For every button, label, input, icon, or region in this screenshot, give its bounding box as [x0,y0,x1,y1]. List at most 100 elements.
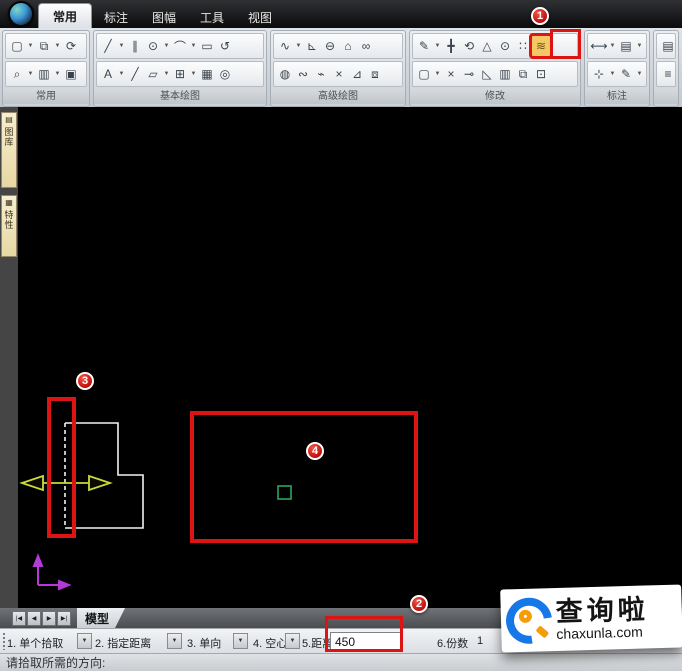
spline-icon[interactable]: ∿ [276,36,294,56]
watermark-magnifier-icon [496,588,562,653]
callout-rect-distance-input [325,616,403,652]
circular-array-icon[interactable]: ⊙ [496,36,514,56]
text-icon-dropdown[interactable]: ▼ [117,64,126,84]
side-tab-properties[interactable]: ▦ 特性 [1,195,17,257]
grid-icon[interactable]: ▦ [198,64,216,84]
trim-icon[interactable]: × [442,64,460,84]
zigzag-line-icon[interactable]: ⌁ [312,64,330,84]
ellipse-icon[interactable]: ⊖ [321,36,339,56]
fillet-icon[interactable]: ⊡ [532,64,550,84]
paste-icon-dropdown[interactable]: ▼ [53,64,62,84]
command-prompt: 请拾取所需的方向: [6,656,106,670]
revision-cloud-icon[interactable]: ↺ [216,36,234,56]
group-dimension-caption: 标注 [585,89,649,104]
group-basic-draw-caption: 基本绘图 [94,89,266,104]
arc-icon-dropdown[interactable]: ▼ [189,36,198,56]
sheet-icon[interactable]: ▤ [659,36,677,56]
zoom-icon-dropdown[interactable]: ▼ [26,64,35,84]
model-sheet-tab[interactable]: 模型 [77,608,125,628]
select-box-icon[interactable]: ▢ [415,64,433,84]
wave-line-icon[interactable]: ∾ [294,64,312,84]
rotate-icon[interactable]: ⟲ [460,36,478,56]
paste-icon[interactable]: ▥ [35,64,53,84]
copy-icon[interactable]: ⧉ [35,36,53,56]
annotation-picture-icon-dropdown[interactable]: ▼ [635,36,644,56]
mirror-icon[interactable]: △ [478,36,496,56]
edit-dimension-icon-dropdown[interactable]: ▼ [635,64,644,84]
parallel-line-icon[interactable]: ∥ [126,36,144,56]
layers-icon[interactable]: ≡ [659,64,677,84]
chain-icon[interactable]: ∞ [357,36,375,56]
wedge-icon[interactable]: ⊿ [348,64,366,84]
text-icon[interactable]: A [99,64,117,84]
block-icon[interactable]: ⧈ [366,64,384,84]
offset-icon[interactable]: ≋ [529,33,553,59]
line-icon[interactable]: ╱ [99,36,117,56]
dimension-icon[interactable]: ⟷ [590,36,608,56]
extend-icon[interactable]: ⊸ [460,64,478,84]
first-sheet-button[interactable]: |◀ [12,610,26,626]
erase-icon-dropdown[interactable]: ▼ [433,36,442,56]
display-icon[interactable]: ▣ [62,64,80,84]
grip-handle-icon[interactable] [2,632,6,650]
polygon-icon-dropdown[interactable]: ▼ [162,64,171,84]
side-tab-properties-icon: ▦ [5,198,13,207]
hole-table-icon[interactable]: ⊞ [171,64,189,84]
pie-icon[interactable]: ◍ [276,64,294,84]
rotate-copy-icon[interactable]: ▥ [496,64,514,84]
last-sheet-button[interactable]: ▶| [57,610,71,626]
tab-view[interactable]: 视图 [236,6,284,28]
new-doc-icon[interactable]: ▢ [8,36,26,56]
erase-icon[interactable]: ✎ [415,36,433,56]
app-logo-icon[interactable] [8,1,34,27]
annotation-picture-icon[interactable]: ▤ [617,36,635,56]
new-doc-icon-dropdown[interactable]: ▼ [26,36,35,56]
side-tab-library[interactable]: ▤ 图库 [1,112,17,188]
option-1-dropdown[interactable]: ▼ [77,633,92,649]
stack-icon[interactable]: ⧉ [514,64,532,84]
option-2-dropdown[interactable]: ▼ [167,633,182,649]
copies-value[interactable]: 1 [477,635,483,647]
rectangle-icon[interactable]: ▭ [198,36,216,56]
angle-line-icon[interactable]: ⊾ [303,36,321,56]
option-4-dropdown[interactable]: ▼ [285,633,300,649]
rect-array-icon[interactable]: ∷ [514,36,532,56]
side-panel-strip: ▤ 图库 ▦ 特性 [0,107,18,608]
copy-icon-dropdown[interactable]: ▼ [53,36,62,56]
zoom-icon[interactable]: ⌕ [8,64,26,84]
coord-dimension-icon[interactable]: ⊹ [590,64,608,84]
callout-badge-4: 4 [306,442,324,460]
select-box-icon-dropdown[interactable]: ▼ [433,64,442,84]
line-icon-dropdown[interactable]: ▼ [117,36,126,56]
move-icon[interactable]: ╋ [442,36,460,56]
callout-badge-1: 1 [531,7,549,25]
prev-sheet-button[interactable]: ◀ [27,610,41,626]
watermark-title: 查询啦 [555,593,650,627]
group-extra: ▤ ≡ [653,30,679,107]
group-basic-draw-row2: A ▼ ╱ ▱ ▼ ⊞ ▼ ▦ ◎ [96,61,264,87]
next-sheet-button[interactable]: ▶ [42,610,56,626]
tab-common[interactable]: 常用 [38,3,92,28]
group-modify-caption: 修改 [410,89,580,104]
dimension-icon-dropdown[interactable]: ▼ [608,36,617,56]
part-outline[interactable] [65,422,144,529]
coord-dimension-icon-dropdown[interactable]: ▼ [608,64,617,84]
circle-icon[interactable]: ⊙ [144,36,162,56]
tab-sheet[interactable]: 图幅 [140,6,188,28]
picture-icon[interactable]: ◎ [216,64,234,84]
hole-table-icon-dropdown[interactable]: ▼ [189,64,198,84]
polygon-tool-icon[interactable]: ⌂ [339,36,357,56]
cut-line-icon[interactable]: × [330,64,348,84]
polygon-icon[interactable]: ▱ [144,64,162,84]
refresh-icon[interactable]: ⟳ [62,36,80,56]
tab-tools[interactable]: 工具 [188,6,236,28]
tab-dimension[interactable]: 标注 [92,6,140,28]
chamfer-icon[interactable]: ◺ [478,64,496,84]
spline-icon-dropdown[interactable]: ▼ [294,36,303,56]
edit-dimension-icon[interactable]: ✎ [617,64,635,84]
group-basic-draw: ╱ ▼ ∥ ⊙ ▼ ⌒ ▼ ▭ ↺ A ▼ ╱ ▱ ▼ ⊞ ▼ ▦ ◎ 基本绘图 [93,30,267,107]
arc-icon[interactable]: ⌒ [171,36,189,56]
hatch-line-icon[interactable]: ╱ [126,64,144,84]
option-3-dropdown[interactable]: ▼ [233,633,248,649]
circle-icon-dropdown[interactable]: ▼ [162,36,171,56]
